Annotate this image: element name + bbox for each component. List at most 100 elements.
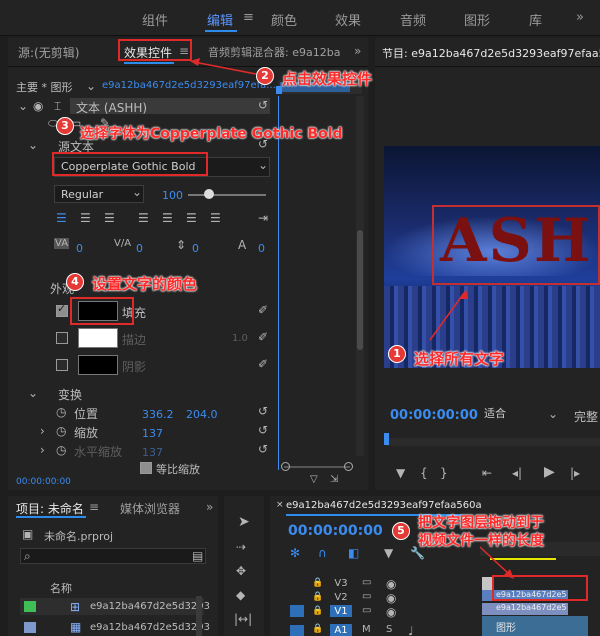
lock-icon[interactable]: 🔒 xyxy=(312,624,323,634)
zoom-handle-right[interactable] xyxy=(344,462,353,471)
mark-in-icon[interactable]: { xyxy=(420,466,428,480)
reset-icon[interactable]: ↺ xyxy=(258,404,268,418)
workspace-effects[interactable]: 效果 xyxy=(335,10,361,29)
stopwatch-icon[interactable]: ◷ xyxy=(56,424,66,438)
workspace-audio[interactable]: 音频 xyxy=(400,10,426,29)
chevron-right-icon[interactable]: › xyxy=(40,424,45,438)
sync-lock-icon[interactable]: ▭ xyxy=(362,605,371,616)
baseline-value[interactable]: 0 xyxy=(258,242,265,255)
tracking-value[interactable]: 0 xyxy=(136,242,143,255)
chevron-down-icon[interactable]: ⌄ xyxy=(18,99,28,113)
font-size-slider[interactable] xyxy=(188,194,266,196)
stroke-checkbox[interactable] xyxy=(56,332,68,344)
solo-toggle[interactable]: S xyxy=(386,624,392,635)
reset-icon[interactable]: ↺ xyxy=(258,98,268,112)
style-dropdown[interactable]: Regular xyxy=(54,185,144,203)
snap-icon[interactable]: ✻ xyxy=(290,546,300,560)
slider-handle[interactable] xyxy=(204,189,214,199)
workspace-graphics[interactable]: 图形 xyxy=(464,10,490,29)
step-forward-icon[interactable]: |▸ xyxy=(570,466,580,480)
track-select-icon[interactable]: ⇢ xyxy=(236,540,246,554)
align-center-icon[interactable]: ☰ xyxy=(80,211,91,225)
menu-icon[interactable]: ≡ xyxy=(243,10,254,25)
workspace-assembly[interactable]: 组件 xyxy=(142,10,168,29)
font-size-value[interactable]: 100 xyxy=(162,189,183,202)
chevron-down-icon[interactable]: ⌄ xyxy=(132,185,142,199)
stroke-color-swatch[interactable] xyxy=(78,328,118,348)
stroke-width-value[interactable]: 1.0 xyxy=(232,333,248,344)
lock-icon[interactable]: 🔒 xyxy=(312,578,323,588)
mute-toggle[interactable]: M xyxy=(362,624,371,635)
more-icon[interactable]: » xyxy=(354,44,361,58)
reset-icon[interactable]: ↺ xyxy=(258,442,268,456)
linked-selection-icon[interactable]: ◧ xyxy=(348,546,359,560)
go-to-in-icon[interactable]: ⇤ xyxy=(482,466,492,480)
more-icon[interactable]: » xyxy=(206,500,213,514)
track-v3[interactable]: V3 xyxy=(332,578,350,589)
align-left-icon[interactable]: ☰ xyxy=(56,211,67,225)
eye-icon[interactable]: ◉ xyxy=(386,591,396,605)
reset-icon[interactable]: ↺ xyxy=(258,423,268,437)
workspace-color[interactable]: 颜色 xyxy=(271,10,297,29)
program-playhead[interactable] xyxy=(384,433,389,445)
chevron-down-icon[interactable]: ⌄ xyxy=(28,386,38,400)
program-timeline-ruler[interactable] xyxy=(386,438,600,446)
overlay-text[interactable]: ASH xyxy=(440,205,593,277)
track-v1[interactable]: V1 xyxy=(332,606,350,617)
source-patch-a1[interactable] xyxy=(290,625,304,636)
workspace-editing[interactable]: 编辑 xyxy=(207,10,233,29)
eyedropper-icon[interactable]: ✐ xyxy=(258,357,268,371)
lock-icon[interactable]: 🔒 xyxy=(312,592,323,602)
chevron-down-icon[interactable]: ⌄ xyxy=(258,158,268,172)
lock-icon[interactable]: 🔒 xyxy=(312,606,323,616)
zoom-handle-left[interactable] xyxy=(281,462,290,471)
chevron-down-icon[interactable]: ⌄ xyxy=(28,138,38,152)
project-scrollbar[interactable] xyxy=(196,596,202,636)
scale-value[interactable]: 137 xyxy=(142,427,163,440)
add-marker-icon[interactable]: ▼ xyxy=(396,466,405,480)
justify-all-icon[interactable]: ☰ xyxy=(210,211,221,225)
justify-right-icon[interactable]: ☰ xyxy=(186,211,197,225)
program-timecode[interactable]: 00:00:00:00 xyxy=(390,408,478,423)
workspace-library[interactable]: 库 xyxy=(529,10,542,29)
chevron-down-icon[interactable]: ⌄ xyxy=(86,79,96,93)
program-monitor-title[interactable]: 节目: e9a12ba467d2e5d3293eaf97efaa560a xyxy=(382,45,600,61)
slip-tool-icon[interactable]: |↔| xyxy=(234,612,252,626)
justify-center-icon[interactable]: ☰ xyxy=(162,211,173,225)
project-item-1[interactable]: e9a12ba467d2e5d3293 xyxy=(90,601,210,612)
leading-value[interactable]: 0 xyxy=(192,242,199,255)
zoom-slider[interactable] xyxy=(284,466,350,468)
column-name-header[interactable]: 名称 xyxy=(50,580,72,596)
project-search-input[interactable] xyxy=(20,548,206,564)
razor-tool-icon[interactable]: ◆ xyxy=(236,588,245,602)
effect-controls-timecode[interactable]: 00:00:00:00 xyxy=(16,477,71,487)
horizontal-scale-value[interactable]: 137 xyxy=(142,446,163,459)
track-v2[interactable]: V2 xyxy=(332,592,350,603)
shadow-checkbox[interactable] xyxy=(56,359,68,371)
playhead-line[interactable] xyxy=(278,96,279,470)
microphone-icon[interactable]: ♩ xyxy=(408,624,414,636)
chevron-right-icon[interactable]: › xyxy=(40,443,45,457)
uniform-scale-checkbox[interactable] xyxy=(140,462,152,474)
sync-lock-icon[interactable]: ▭ xyxy=(362,577,371,588)
filter-icon[interactable]: ▽ xyxy=(310,474,318,485)
eyedropper-icon[interactable]: ✐ xyxy=(258,330,268,344)
menu-icon[interactable]: ≡ xyxy=(89,500,99,514)
kerning-value[interactable]: 0 xyxy=(76,242,83,255)
play-icon[interactable]: ▶ xyxy=(544,464,555,480)
mark-out-icon[interactable]: } xyxy=(440,466,448,480)
justify-left-icon[interactable]: ☰ xyxy=(138,211,149,225)
ripple-edit-icon[interactable]: ✥ xyxy=(236,564,246,578)
quality-dropdown[interactable]: 完整 xyxy=(574,408,598,425)
new-bin-icon[interactable]: ▤ xyxy=(192,549,203,563)
export-icon[interactable]: ⇲ xyxy=(330,474,338,485)
step-back-icon[interactable]: ◂| xyxy=(512,466,522,480)
media-browser-tab[interactable]: 媒体浏览器 xyxy=(120,500,180,517)
chevron-down-icon[interactable]: ⌄ xyxy=(548,407,558,421)
stopwatch-icon[interactable]: ◷ xyxy=(56,443,66,457)
position-x-value[interactable]: 336.2 xyxy=(142,408,174,421)
track-a1[interactable]: A1 xyxy=(332,625,350,636)
align-right-icon[interactable]: ☰ xyxy=(104,211,115,225)
tab-stops-icon[interactable]: ⇥ xyxy=(258,211,268,225)
magnet-icon[interactable]: ∩ xyxy=(318,546,327,560)
